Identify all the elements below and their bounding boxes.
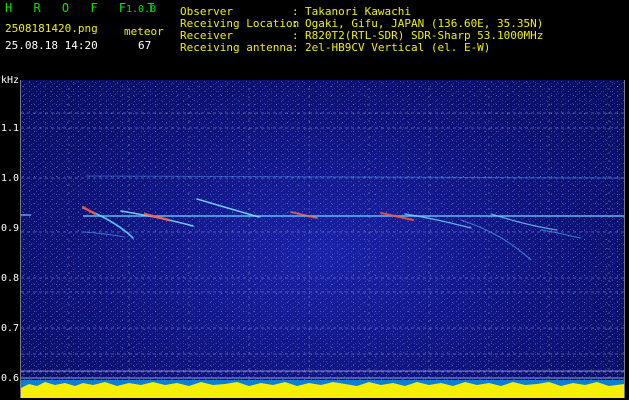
frequency-tick: 0.9 [1, 223, 20, 234]
frequency-tick: 1.0 [1, 173, 20, 184]
spectrogram-window: H R O F F T 1.0.0 2508181420.png meteor … [0, 0, 629, 400]
app-version: 1.0.0 [126, 4, 157, 15]
image-filename: 2508181420.png [5, 22, 98, 35]
frequency-unit-label: kHz [1, 75, 20, 86]
frequency-tick: 0.7 [1, 323, 20, 334]
field-antenna-value: 2el-HB9CV Vertical (el. E-W) [305, 41, 491, 54]
detection-mode: meteor [124, 25, 164, 38]
spectrogram-plot [20, 80, 625, 398]
frequency-tick: 0.8 [1, 273, 20, 284]
capture-timestamp: 25.08.18 14:20 [5, 39, 98, 52]
frequency-tick: 1.1 [1, 123, 20, 134]
meteor-count: 67 [138, 39, 152, 52]
field-antenna-label: Receiving antenna [180, 41, 293, 54]
spectrogram-canvas [21, 80, 624, 398]
field-separator: : [292, 41, 299, 54]
frequency-tick: 0.6 [1, 373, 20, 384]
